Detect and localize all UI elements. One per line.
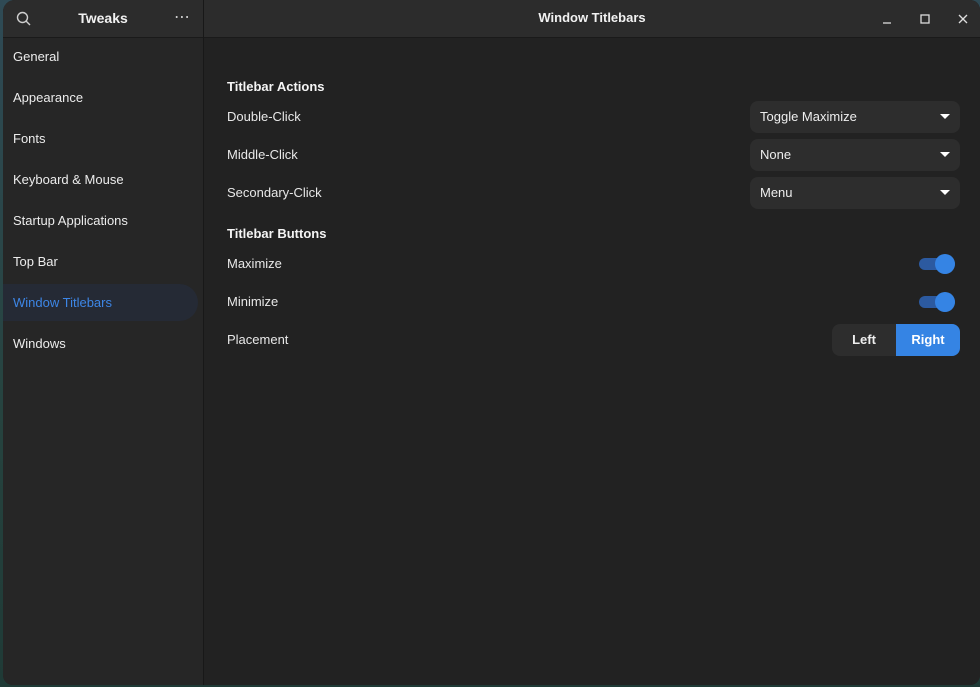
secondary-click-value: Menu	[760, 185, 793, 200]
sidebar-item-keyboard-mouse[interactable]: Keyboard & Mouse	[3, 161, 198, 198]
middle-click-dropdown[interactable]: None	[750, 139, 960, 171]
dropdown-arrow-icon	[940, 190, 950, 195]
double-click-value: Toggle Maximize	[760, 109, 857, 124]
switch-knob	[935, 292, 955, 312]
sidebar-item-windows[interactable]: Windows	[3, 325, 198, 362]
section-title-titlebar-actions: Titlebar Actions	[227, 79, 325, 94]
placement-toggle-group: Left Right	[832, 324, 960, 356]
secondary-click-label: Secondary-Click	[227, 185, 322, 200]
page-title: Window Titlebars	[538, 10, 646, 25]
section-title-titlebar-buttons: Titlebar Buttons	[227, 226, 327, 241]
sidebar-item-general[interactable]: General	[3, 38, 198, 75]
more-horizontal-icon[interactable]: ⋯	[174, 7, 191, 27]
minimize-switch[interactable]	[919, 292, 955, 312]
secondary-click-dropdown[interactable]: Menu	[750, 177, 960, 209]
main-panel: Window Titlebars Titlebar Actions Double…	[204, 0, 980, 685]
dropdown-arrow-icon	[940, 114, 950, 119]
middle-click-value: None	[760, 147, 792, 162]
app-title: Tweaks	[78, 10, 128, 26]
minimize-icon[interactable]	[878, 10, 896, 28]
placement-left-button[interactable]: Left	[832, 324, 896, 356]
sidebar-header: Tweaks ⋯	[3, 0, 203, 38]
switch-knob	[935, 254, 955, 274]
close-icon[interactable]	[954, 10, 972, 28]
maximize-label: Maximize	[227, 256, 282, 271]
maximize-icon[interactable]	[916, 10, 934, 28]
minimize-label: Minimize	[227, 294, 279, 309]
sidebar-item-window-titlebars[interactable]: Window Titlebars	[3, 284, 198, 321]
sidebar-item-startup-applications[interactable]: Startup Applications	[3, 202, 198, 239]
sidebar: Tweaks ⋯ General Appearance Fonts Keyboa…	[3, 0, 204, 685]
tweaks-window: Tweaks ⋯ General Appearance Fonts Keyboa…	[3, 0, 980, 685]
double-click-label: Double-Click	[227, 109, 301, 124]
sidebar-item-appearance[interactable]: Appearance	[3, 79, 198, 116]
sidebar-item-fonts[interactable]: Fonts	[3, 120, 198, 157]
maximize-switch[interactable]	[919, 254, 955, 274]
placement-right-button[interactable]: Right	[896, 324, 960, 356]
sidebar-item-top-bar[interactable]: Top Bar	[3, 243, 198, 280]
placement-label: Placement	[227, 332, 289, 347]
middle-click-label: Middle-Click	[227, 147, 298, 162]
dropdown-arrow-icon	[940, 152, 950, 157]
double-click-dropdown[interactable]: Toggle Maximize	[750, 101, 960, 133]
header-bar: Window Titlebars	[204, 0, 980, 38]
